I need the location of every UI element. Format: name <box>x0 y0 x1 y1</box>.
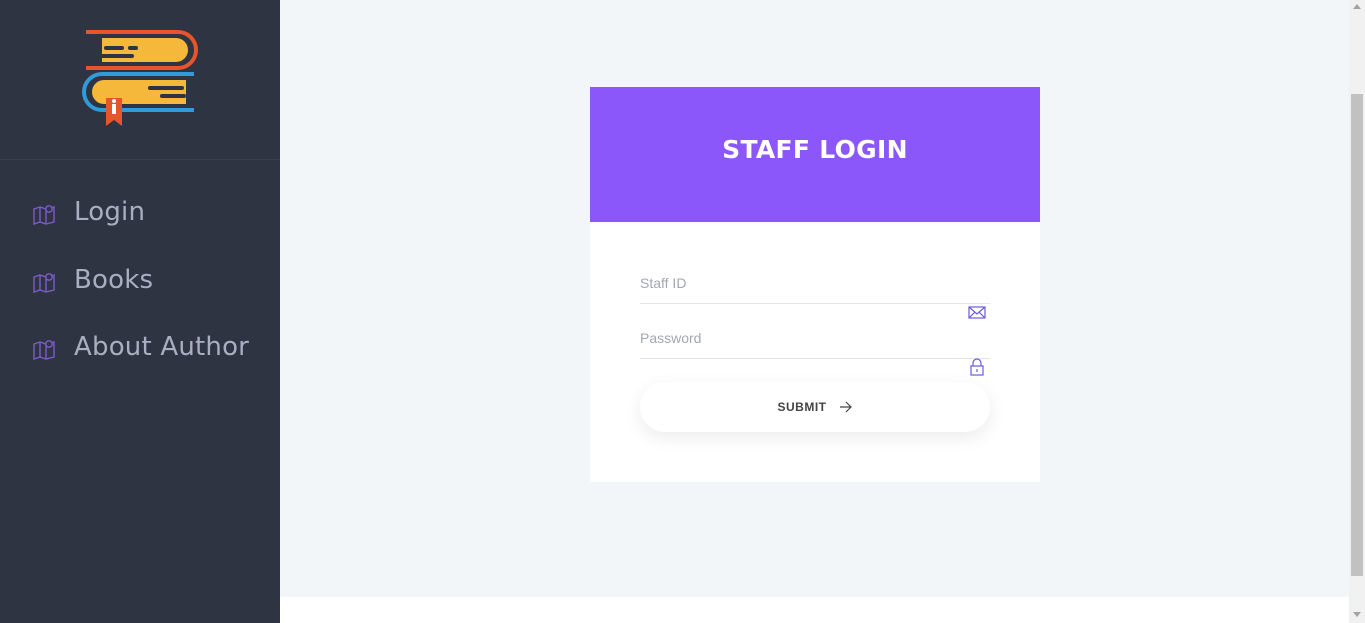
scroll-down-arrow-icon[interactable] <box>1353 612 1361 617</box>
staff-id-field <box>640 263 990 319</box>
sidebar-item-about-author[interactable]: About Author <box>0 326 280 370</box>
sidebar-item-books[interactable]: Books <box>0 259 280 303</box>
scrollbar-thumb[interactable] <box>1351 94 1363 576</box>
sidebar: Login Books About Author <box>0 0 280 623</box>
login-card-header: STAFF LOGIN <box>590 87 1040 222</box>
arrow-right-icon <box>839 401 852 413</box>
password-input[interactable] <box>640 328 960 348</box>
page: Login Books About Author STAFF LOGIN Sta… <box>0 0 1365 623</box>
sidebar-item-label: About Author <box>74 332 250 362</box>
map-pin-icon <box>33 205 55 225</box>
map-pin-icon <box>33 273 55 293</box>
map-pin-icon <box>33 340 55 360</box>
sidebar-item-label: Login <box>74 197 146 227</box>
login-card: STAFF LOGIN SUBMIT <box>590 87 1040 482</box>
password-field <box>640 318 990 376</box>
login-title: STAFF LOGIN <box>722 135 908 164</box>
footer <box>280 597 1349 623</box>
lock-icon <box>970 358 984 376</box>
staff-id-input[interactable] <box>640 273 960 293</box>
submit-button[interactable]: SUBMIT <box>640 382 990 432</box>
vertical-scrollbar[interactable] <box>1349 0 1365 623</box>
scroll-up-arrow-icon[interactable] <box>1353 4 1361 9</box>
sidebar-item-label: Books <box>74 265 154 295</box>
sidebar-item-login[interactable]: Login <box>0 191 280 235</box>
logo-area <box>0 0 280 160</box>
submit-label: SUBMIT <box>777 400 827 414</box>
books-stack-icon[interactable] <box>82 28 198 128</box>
